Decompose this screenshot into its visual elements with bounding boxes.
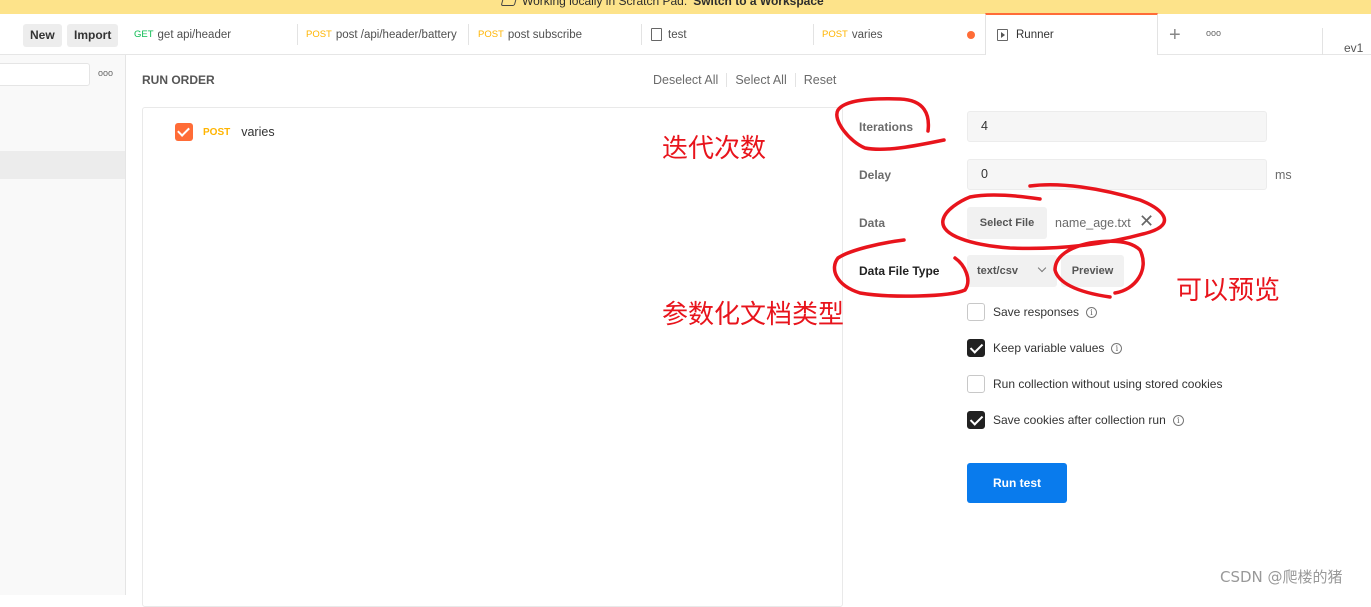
reset-button[interactable]: Reset	[794, 73, 845, 87]
banner-text: Working locally in Scratch Pad.	[522, 0, 688, 8]
option-label: Keep variable values	[993, 341, 1105, 355]
method-post: POST	[306, 29, 332, 40]
save-responses-checkbox[interactable]	[967, 303, 985, 321]
chevron-down-icon	[1037, 263, 1047, 273]
sidebar-selected-item[interactable]	[0, 151, 125, 179]
request-name: varies	[241, 125, 275, 139]
tab-post-subscribe[interactable]: POST post subscribe	[468, 14, 641, 55]
delay-input[interactable]: 0	[967, 159, 1267, 190]
tab-post-battery[interactable]: POST post /api/header/battery	[297, 14, 468, 55]
option-save-cookies[interactable]: Save cookies after collection run i	[967, 411, 1184, 429]
preview-button[interactable]: Preview	[1061, 255, 1124, 287]
run-order-item[interactable]: POST varies	[175, 123, 275, 141]
tab-post-varies[interactable]: POST varies	[813, 14, 985, 55]
method-post: POST	[478, 29, 504, 40]
new-button[interactable]: New	[23, 24, 62, 47]
info-icon[interactable]: i	[1086, 306, 1098, 318]
scratch-pad-banner: Working locally in Scratch Pad. Switch t…	[0, 0, 1371, 14]
watermark: CSDN @爬楼的猪	[1220, 568, 1343, 586]
import-button[interactable]: Import	[67, 24, 119, 47]
runner-icon	[997, 29, 1008, 41]
annotation-iterations-note: 迭代次数	[662, 134, 767, 164]
switch-workspace-link[interactable]: Switch to a Workspace	[693, 0, 823, 8]
tab-label: varies	[851, 28, 883, 41]
run-order-title: RUN ORDER	[142, 73, 215, 87]
tab-label: get api/header	[157, 28, 232, 41]
tab-label: test	[668, 28, 687, 41]
sidebar-search-input[interactable]	[0, 63, 90, 86]
option-label: Run collection without using stored cook…	[993, 377, 1223, 391]
tab-bar: New Import GET get api/header POST post …	[0, 13, 1371, 69]
keep-variable-values-checkbox[interactable]	[967, 339, 985, 357]
sidebar: ooo	[0, 55, 126, 595]
run-order-list: POST varies	[142, 107, 843, 607]
request-checkbox[interactable]	[175, 123, 193, 141]
method-post: POST	[822, 29, 848, 40]
tab-test[interactable]: test	[641, 14, 813, 55]
data-file-type-select[interactable]: text/csv	[967, 255, 1057, 287]
data-label: Data	[859, 216, 886, 230]
run-test-button[interactable]: Run test	[967, 463, 1067, 503]
unsaved-dot-icon	[967, 31, 975, 39]
tab-runner[interactable]: Runner	[985, 13, 1158, 55]
data-file-type-label: Data File Type	[859, 264, 940, 278]
run-order-actions: Deselect All Select All Reset	[653, 73, 844, 87]
tab-label: post /api/header/battery	[335, 28, 457, 41]
option-save-responses[interactable]: Save responses i	[967, 303, 1098, 321]
request-method: POST	[203, 126, 231, 138]
info-icon[interactable]: i	[1111, 342, 1123, 354]
iterations-label: Iterations	[859, 120, 914, 134]
delay-label: Delay	[859, 168, 892, 182]
selected-file-name: name_age.txt	[1055, 216, 1131, 230]
delay-unit: ms	[1275, 168, 1292, 182]
remove-file-close-icon[interactable]: ✕	[1139, 211, 1154, 232]
iterations-input[interactable]: 4	[967, 111, 1267, 142]
tab-divider	[641, 24, 642, 45]
option-run-without-cookies[interactable]: Run collection without using stored cook…	[967, 375, 1222, 393]
save-cookies-checkbox[interactable]	[967, 411, 985, 429]
info-icon[interactable]: i	[1172, 414, 1184, 426]
new-tab-plus-icon[interactable]: +	[1169, 25, 1181, 45]
tab-overflow-icon[interactable]: ooo	[1206, 28, 1221, 38]
run-without-cookies-checkbox[interactable]	[967, 375, 985, 393]
tab-divider	[468, 24, 469, 45]
document-icon	[651, 28, 662, 41]
method-get: GET	[134, 29, 154, 40]
scratch-pad-icon	[500, 0, 518, 6]
tab-divider	[813, 24, 814, 45]
data-file-type-value: text/csv	[977, 265, 1018, 277]
option-keep-variable-values[interactable]: Keep variable values i	[967, 339, 1123, 357]
tab-get-api-header[interactable]: GET get api/header	[126, 14, 297, 55]
annotation-file-type-note: 参数化文档类型	[662, 300, 845, 330]
select-all-button[interactable]: Select All	[726, 73, 794, 87]
tab-label: Runner	[1016, 29, 1054, 41]
sidebar-more-icon[interactable]: ooo	[98, 68, 113, 78]
annotation-preview-note: 可以预览	[1176, 276, 1281, 306]
select-file-button[interactable]: Select File	[967, 207, 1047, 239]
option-label: Save cookies after collection run	[993, 413, 1166, 427]
option-label: Save responses	[993, 305, 1080, 319]
deselect-all-button[interactable]: Deselect All	[653, 73, 726, 87]
tab-divider	[297, 24, 298, 45]
tab-label: post subscribe	[507, 28, 583, 41]
